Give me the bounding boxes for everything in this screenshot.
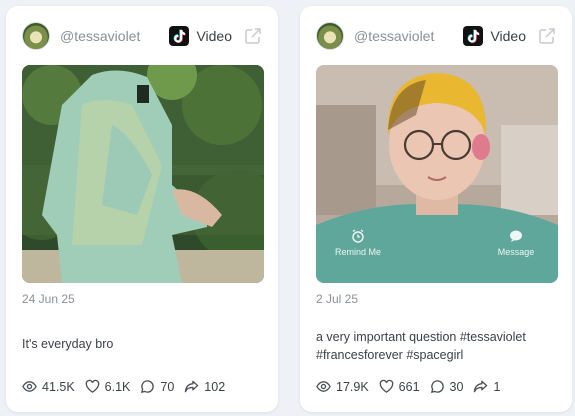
likes-count: 6.1K: [104, 379, 131, 394]
likes-stat: 6.1K: [85, 379, 131, 394]
shares-count: 1: [493, 379, 501, 394]
video-thumbnail[interactable]: Remind Me Message: [316, 65, 558, 283]
post-date: 24 Jun 25: [22, 292, 75, 306]
shares-stat: 102: [184, 379, 225, 394]
likes-count: 661: [398, 379, 420, 394]
comment-icon: [141, 380, 155, 393]
post-card[interactable]: @tessaviolet Video: [300, 6, 572, 412]
views-stat: 41.5K: [22, 379, 75, 394]
post-caption: It's everyday bro: [22, 337, 114, 351]
comments-count: 30: [449, 379, 464, 394]
message-button[interactable]: Message: [486, 229, 546, 257]
tiktok-icon: [169, 26, 190, 46]
content-type-label: Video: [196, 28, 232, 44]
content-type-label: Video: [490, 28, 526, 44]
share-icon: [474, 380, 488, 393]
shares-stat: 1: [473, 379, 500, 394]
views-count: 17.9K: [336, 379, 369, 394]
views-stat: 17.9K: [316, 379, 369, 394]
heart-icon: [85, 379, 99, 393]
shares-count: 102: [204, 379, 226, 394]
share-icon: [185, 380, 199, 393]
video-thumbnail[interactable]: [22, 65, 264, 283]
engagement-stats: 17.9K 661 30 1: [316, 379, 510, 394]
avatar[interactable]: [316, 22, 344, 50]
author-handle[interactable]: @tessaviolet: [354, 28, 463, 44]
eye-icon: [22, 381, 37, 392]
views-count: 41.5K: [42, 379, 75, 394]
engagement-stats: 41.5K 6.1K 70 102: [22, 379, 235, 394]
author-handle[interactable]: @tessaviolet: [60, 28, 169, 44]
comments-stat: 30: [430, 379, 464, 394]
chat-bubble-icon: [510, 230, 522, 242]
avatar[interactable]: [22, 22, 50, 50]
post-caption: a very important question #tessaviolet #…: [316, 330, 526, 362]
likes-stat: 661: [379, 379, 420, 394]
external-link-icon[interactable]: [244, 27, 262, 45]
remind-me-button[interactable]: Remind Me: [328, 229, 388, 257]
eye-icon: [316, 381, 331, 392]
heart-icon: [379, 379, 393, 393]
post-date: 2 Jul 25: [316, 292, 359, 306]
post-header: @tessaviolet Video: [316, 20, 556, 52]
alarm-clock-icon: [352, 229, 364, 243]
external-link-icon[interactable]: [538, 27, 556, 45]
comments-stat: 70: [140, 379, 174, 394]
comments-count: 70: [160, 379, 175, 394]
post-card[interactable]: @tessaviolet Video: [6, 6, 278, 412]
post-header: @tessaviolet Video: [22, 20, 262, 52]
message-label: Message: [497, 247, 535, 257]
tiktok-icon: [463, 26, 484, 46]
remind-me-label: Remind Me: [334, 247, 381, 257]
comment-icon: [430, 380, 444, 393]
